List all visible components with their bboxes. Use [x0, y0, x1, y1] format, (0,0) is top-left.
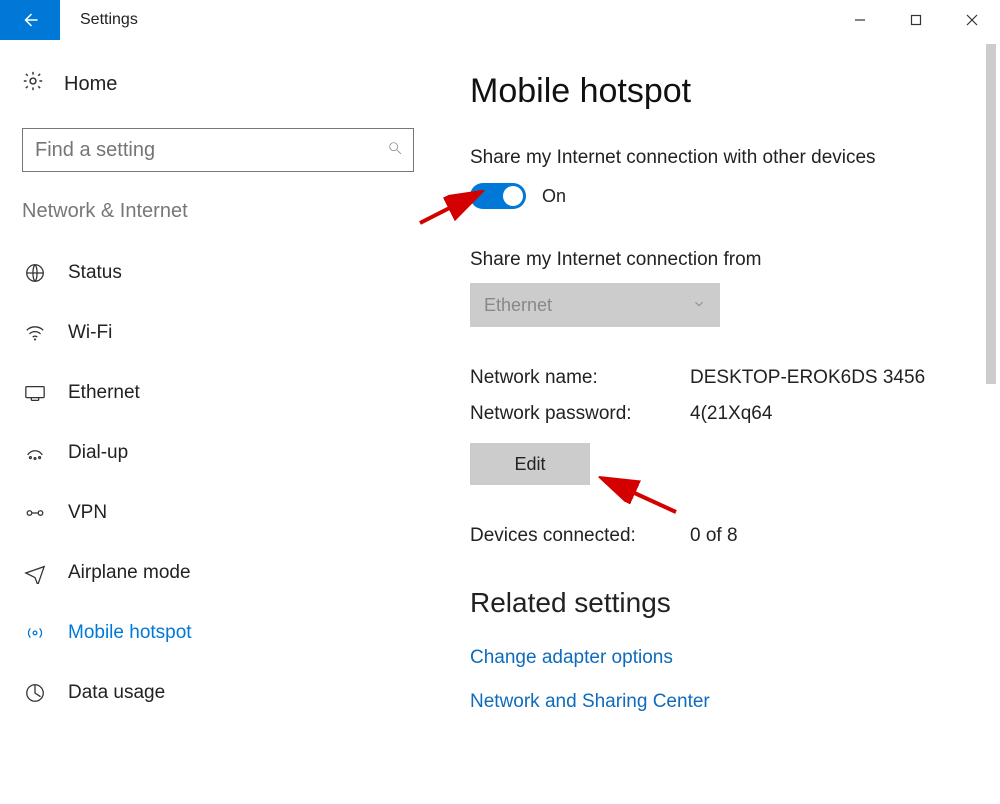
dropdown-value: Ethernet: [484, 295, 552, 316]
sidebar-item-vpn[interactable]: VPN: [22, 483, 420, 543]
wifi-icon: [24, 322, 46, 344]
arrow-left-icon: [21, 11, 39, 29]
sidebar-item-status[interactable]: Status: [22, 243, 420, 303]
sidebar-item-label: Mobile hotspot: [68, 622, 192, 644]
sidebar-item-label: Wi-Fi: [68, 322, 112, 344]
scrollbar-thumb[interactable]: [986, 44, 996, 384]
titlebar: Settings: [0, 0, 1000, 40]
hotspot-toggle[interactable]: [470, 183, 526, 209]
main-panel: Mobile hotspot Share my Internet connect…: [420, 40, 1000, 804]
share-from-label: Share my Internet connection from: [470, 249, 1000, 271]
datausage-icon: [24, 682, 46, 704]
share-from-dropdown[interactable]: Ethernet: [470, 283, 720, 327]
devices-connected-key: Devices connected:: [470, 525, 690, 547]
vertical-scrollbar[interactable]: [980, 40, 1000, 794]
sidebar-item-data-usage[interactable]: Data usage: [22, 663, 420, 723]
devices-connected-value: 0 of 8: [690, 525, 738, 547]
maximize-button[interactable]: [888, 0, 944, 40]
sidebar-item-ethernet[interactable]: Ethernet: [22, 363, 420, 423]
settings-search[interactable]: [22, 128, 414, 172]
home-nav[interactable]: Home: [22, 70, 420, 98]
sidebar-item-label: Status: [68, 262, 122, 284]
minimize-button[interactable]: [832, 0, 888, 40]
network-name-key: Network name:: [470, 367, 690, 389]
globe-icon: [24, 262, 46, 284]
sidebar-category: Network & Internet: [22, 200, 420, 223]
hotspot-icon: [24, 622, 46, 644]
sidebar-item-wifi[interactable]: Wi-Fi: [22, 303, 420, 363]
search-icon: [387, 140, 403, 160]
sidebar-item-label: Dial-up: [68, 442, 128, 464]
minimize-icon: [854, 14, 866, 26]
ethernet-icon: [24, 382, 46, 404]
sidebar-item-label: Ethernet: [68, 382, 140, 404]
maximize-icon: [910, 14, 922, 26]
link-change-adapter-options[interactable]: Change adapter options: [470, 647, 1000, 669]
window-title: Settings: [80, 11, 138, 29]
edit-button-label: Edit: [514, 454, 545, 475]
sidebar-item-dialup[interactable]: Dial-up: [22, 423, 420, 483]
chevron-down-icon: [692, 295, 706, 316]
sidebar-item-label: Data usage: [68, 682, 165, 704]
toggle-knob: [503, 186, 523, 206]
dialup-icon: [24, 442, 46, 464]
network-name-value: DESKTOP-EROK6DS 3456: [690, 367, 925, 389]
airplane-icon: [24, 562, 46, 584]
link-network-sharing-center[interactable]: Network and Sharing Center: [470, 691, 1000, 713]
network-password-value: 4(21Xq64: [690, 403, 772, 425]
share-connection-label: Share my Internet connection with other …: [470, 147, 1000, 169]
search-input[interactable]: [33, 138, 387, 163]
sidebar-item-label: Airplane mode: [68, 562, 191, 584]
close-icon: [966, 14, 978, 26]
network-password-key: Network password:: [470, 403, 690, 425]
page-title: Mobile hotspot: [470, 72, 1000, 111]
back-button[interactable]: [0, 0, 60, 40]
related-settings-title: Related settings: [470, 587, 1000, 619]
sidebar-item-mobile-hotspot[interactable]: Mobile hotspot: [22, 603, 420, 663]
toggle-state-label: On: [542, 186, 566, 207]
close-button[interactable]: [944, 0, 1000, 40]
home-label: Home: [64, 73, 117, 96]
sidebar-item-airplane[interactable]: Airplane mode: [22, 543, 420, 603]
edit-button[interactable]: Edit: [470, 443, 590, 485]
sidebar: Home Network & Internet Status: [0, 40, 420, 804]
vpn-icon: [24, 502, 46, 524]
sidebar-item-label: VPN: [68, 502, 107, 524]
gear-icon: [22, 70, 44, 98]
